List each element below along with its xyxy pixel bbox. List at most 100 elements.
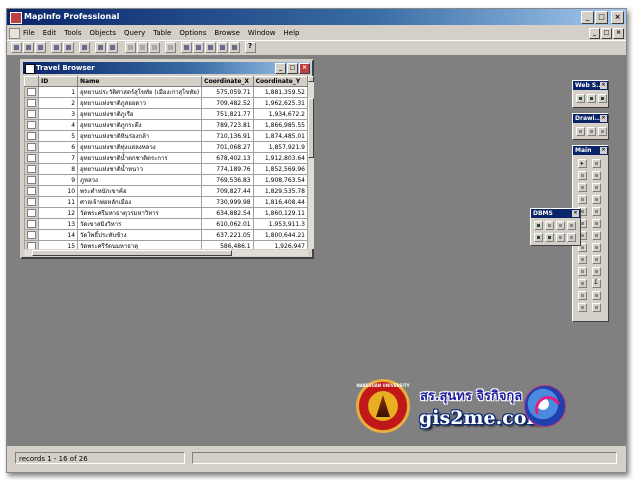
cell-id[interactable]: 15 [37,240,79,249]
app-titlebar[interactable]: MapInfo Professional _ □ × [7,9,626,25]
drawing-palette-close-icon[interactable]: × [600,115,607,122]
document-minimize-button[interactable]: _ [589,28,600,39]
hotlink-icon[interactable] [592,219,601,228]
cell-coordinate-x[interactable]: 709,482.52 [201,97,254,109]
open-icon[interactable] [23,42,34,53]
radius-select-icon[interactable] [578,171,587,180]
cell-coordinate-y[interactable]: 1,829,535.78 [252,185,308,197]
cell-name[interactable]: อุทยานแห่งชาติภูสอยดาว [77,97,203,109]
table-row[interactable]: 8 อุทยานแห่งชาติน้ำหนาว 774,189.76 1,852,56… [24,163,308,175]
menu-edit[interactable]: Edit [43,29,57,37]
browser-minimize-button[interactable]: _ [275,63,286,74]
arc-tool-icon[interactable] [598,127,607,136]
cell-coordinate-x[interactable]: 586,486.1 [201,240,254,249]
cell-coordinate-x[interactable]: 774,189.76 [201,163,254,175]
table-row[interactable]: 1 อุทยานประวัติศาสตร์สุโขทัย (เมืองเก่าสุ… [24,86,308,98]
cell-coordinate-y[interactable]: 1,881,359.52 [252,86,308,98]
cell-name[interactable]: อุทยานแห่งชาติหินร่องกล้า [77,130,203,142]
checkbox-icon[interactable] [27,110,36,118]
document-close-button[interactable]: × [613,28,624,39]
table-row[interactable]: 6 อุทยานแห่งชาติทุ่งแสลงหลวง 701,068.27 1,8… [24,141,308,153]
cell-id[interactable]: 13 [37,218,79,230]
cell-id[interactable]: 4 [37,119,79,131]
dbms-disconnect-icon[interactable] [556,221,565,230]
checkbox-icon[interactable] [27,132,36,140]
cell-id[interactable]: 8 [37,163,79,175]
dbms-table-icon[interactable] [545,233,554,242]
dbms-open-icon[interactable] [534,221,543,230]
table-row[interactable]: 12 วัดพระศรีมหาธาตุวรมหาวิหาร 634,882.54 1,… [24,207,308,219]
web-wfs-icon[interactable] [598,94,607,103]
cell-coordinate-x[interactable]: 575,059.71 [201,86,254,98]
web-service-icon[interactable] [576,94,585,103]
dbms-globe-icon[interactable] [534,233,543,242]
dbms-unlink-icon[interactable] [567,233,576,242]
cell-coordinate-x[interactable]: 769,536.83 [201,174,254,186]
table-row[interactable]: 4 อุทยานแห่งชาติภูกระดึง 789,723.81 1,866,9… [24,119,308,131]
cell-id[interactable]: 9 [37,174,79,186]
cell-coordinate-y[interactable]: 1,816,408.44 [252,196,308,208]
cell-coordinate-x[interactable]: 710,136.91 [201,130,254,142]
column-header-name[interactable]: Name [77,76,203,87]
checkbox-icon[interactable] [27,165,36,173]
new-browser-icon[interactable] [181,42,192,53]
show-statistics-icon[interactable] [592,255,601,264]
new-grapher-icon[interactable] [205,42,216,53]
cut-icon[interactable] [125,42,136,53]
checkbox-icon[interactable] [27,99,36,107]
row-select-checkbox[interactable] [24,207,39,219]
cell-coordinate-x[interactable]: 610,062.01 [201,218,254,230]
cell-coordinate-y[interactable]: 1,908,763.54 [252,174,308,186]
statistics-sigma-icon[interactable] [592,279,601,288]
row-select-checkbox[interactable] [24,163,39,175]
cell-name[interactable]: อุทยานแห่งชาติภูเรือ [77,108,203,120]
find-icon[interactable] [592,291,601,300]
row-select-checkbox[interactable] [24,108,39,120]
maximize-button[interactable]: □ [595,11,608,24]
cell-coordinate-y[interactable]: 1,857,921.9 [252,141,308,153]
column-header-id[interactable]: ID [37,76,79,87]
checkbox-icon[interactable] [27,220,36,228]
checkbox-icon[interactable] [27,209,36,217]
grabber-icon[interactable] [592,207,601,216]
cell-id[interactable]: 5 [37,130,79,142]
row-select-checkbox[interactable] [24,86,39,98]
cell-id[interactable]: 14 [37,229,79,241]
dbms-save-icon[interactable] [556,233,565,242]
cell-coordinate-x[interactable]: 637,221.05 [201,229,254,241]
cell-coordinate-x[interactable]: 709,827.44 [201,185,254,197]
cell-coordinate-y[interactable]: 1,866,985.55 [252,119,308,131]
marquee-select-icon[interactable] [592,159,601,168]
checkbox-icon[interactable] [27,121,36,129]
table-row[interactable]: 13 วัดเขาสมิงวิหาร 610,062.01 1,953,911.3 [24,218,308,230]
cell-coordinate-y[interactable]: 1,934,672.2 [252,108,308,120]
cell-coordinate-y[interactable]: 1,860,129.11 [252,207,308,219]
select-arrow-icon[interactable] [578,159,587,168]
menu-window[interactable]: Window [248,29,276,37]
vertical-scroll-thumb[interactable] [308,98,314,158]
cell-id[interactable]: 7 [37,152,79,164]
row-select-checkbox[interactable] [24,218,39,230]
row-select-checkbox[interactable] [24,196,39,208]
cell-coordinate-y[interactable]: 1,962,625.31 [252,97,308,109]
checkbox-icon[interactable] [27,176,36,184]
invert-selection-icon[interactable] [578,291,587,300]
cell-name[interactable]: ภูหลวง [77,174,203,186]
drawing-palette-title[interactable]: Drawi... × [573,114,608,123]
save-workspace-icon[interactable] [79,42,90,53]
checkbox-icon[interactable] [27,198,36,206]
document-restore-button[interactable]: □ [601,28,612,39]
cell-coordinate-y[interactable]: 1,926,947 [252,240,308,249]
main-palette-close-icon[interactable]: × [600,147,607,154]
zoom-out-icon[interactable] [592,195,601,204]
new-icon[interactable] [11,42,22,53]
menu-tools[interactable]: Tools [64,29,81,37]
column-header-coordinate-y[interactable]: Coordinate_Y [252,76,308,87]
cell-id[interactable]: 1 [37,86,79,98]
cell-coordinate-x[interactable]: 789,723.81 [201,119,254,131]
menu-help[interactable]: Help [284,29,300,37]
line-tool-icon[interactable] [576,127,585,136]
dbms-refresh-icon[interactable] [567,221,576,230]
web-palette-title[interactable]: Web S... × [573,81,608,90]
menu-file[interactable]: File [23,29,35,37]
